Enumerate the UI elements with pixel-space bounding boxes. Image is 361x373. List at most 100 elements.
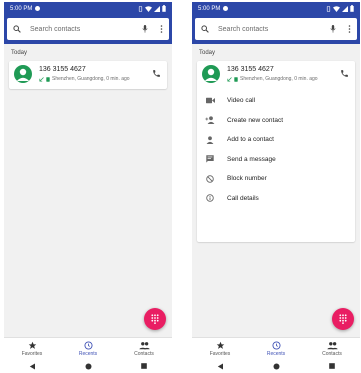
tab-recents[interactable]: Recents: [63, 341, 113, 357]
back-icon[interactable]: [29, 363, 36, 370]
recents-list: Today 136 3155 4627 Shenzhen, Guangdong,…: [4, 44, 172, 337]
call-number: 136 3155 4627: [227, 66, 274, 73]
wifi-icon: [145, 5, 152, 12]
bottom-navigation: Favorites Recents Contacts: [192, 337, 360, 360]
incoming-call-icon: [39, 76, 44, 82]
people-icon: [326, 342, 338, 350]
overview-icon[interactable]: [329, 363, 336, 369]
call-meta: Shenzhen, Guangdong, 0 min. ago: [39, 76, 130, 82]
menu-item-create-contact[interactable]: Create new contact: [197, 111, 355, 131]
notification-icon: [35, 6, 41, 11]
incoming-call-icon: [227, 76, 232, 82]
avatar[interactable]: [202, 65, 220, 83]
status-bar: 5:00 PM: [4, 2, 172, 15]
sim-icon: [46, 76, 50, 82]
battery-icon: [162, 5, 166, 12]
tab-contacts-label: Contacts: [322, 351, 342, 357]
signal-icon: [342, 5, 348, 12]
vibrate-icon: [138, 5, 143, 12]
dialpad-icon: [151, 314, 159, 324]
menu-item-label: Create new contact: [227, 116, 284, 124]
default-avatar-icon: [204, 68, 218, 81]
more-options-icon[interactable]: [160, 25, 163, 33]
info-icon: [206, 194, 214, 202]
tab-recents-label: Recents: [266, 351, 286, 357]
signal-icon: [154, 5, 160, 12]
tab-favorites[interactable]: Favorites: [7, 341, 57, 357]
recent-call-item[interactable]: 136 3155 4627 Shenzhen, Guangdong, 0 min…: [9, 61, 167, 89]
clock-icon: [83, 341, 93, 350]
bottom-navigation: Favorites Recents Contacts: [4, 337, 172, 360]
people-icon: [138, 342, 150, 350]
phone-screen-recents-expanded: 5:00 PM Search contacts Today 136 3155 4…: [192, 2, 360, 373]
call-detail: Shenzhen, Guangdong, 0 min. ago: [52, 76, 130, 82]
vibrate-icon: [326, 5, 331, 12]
status-time: 5:00 PM: [10, 5, 33, 12]
back-icon[interactable]: [217, 363, 224, 370]
dialpad-button[interactable]: [332, 308, 354, 330]
call-number: 136 3155 4627: [39, 66, 86, 73]
phone-screen-recents: 5:00 PM Search contacts Today 136 3155 4…: [4, 2, 172, 373]
tab-favorites[interactable]: Favorites: [195, 341, 245, 357]
home-icon[interactable]: [85, 363, 92, 370]
tab-favorites-label: Favorites: [21, 351, 43, 357]
tab-recents[interactable]: Recents: [251, 341, 301, 357]
section-header-today: Today: [11, 50, 28, 56]
search-bar: Search contacts: [192, 15, 360, 44]
search-placeholder[interactable]: Search contacts: [30, 26, 142, 33]
message-icon: [206, 155, 214, 163]
status-time: 5:00 PM: [198, 5, 221, 12]
search-field[interactable]: Search contacts: [7, 18, 169, 40]
search-field[interactable]: Search contacts: [195, 18, 357, 40]
star-icon: [28, 341, 36, 349]
avatar[interactable]: [14, 65, 32, 83]
call-actions-menu: Video call Create new contact Add to a c…: [197, 91, 355, 208]
tab-contacts[interactable]: Contacts: [307, 341, 357, 357]
call-meta: Shenzhen, Guangdong, 0 min. ago: [227, 76, 318, 82]
call-detail: Shenzhen, Guangdong, 0 min. ago: [240, 76, 318, 82]
status-bar: 5:00 PM: [192, 2, 360, 15]
menu-item-send-message[interactable]: Send a message: [197, 150, 355, 170]
tab-contacts-label: Contacts: [134, 351, 154, 357]
wifi-icon: [333, 5, 340, 12]
menu-item-call-details[interactable]: Call details: [197, 189, 355, 209]
mic-icon[interactable]: [330, 25, 336, 33]
search-icon[interactable]: [13, 25, 21, 33]
notification-icon: [223, 6, 229, 11]
person-icon: [206, 136, 214, 144]
battery-icon: [350, 5, 354, 12]
menu-item-label: Add to a contact: [227, 136, 274, 144]
search-icon[interactable]: [201, 25, 209, 33]
tab-favorites-label: Favorites: [209, 351, 231, 357]
tab-recents-label: Recents: [78, 351, 98, 357]
menu-item-video-call[interactable]: Video call: [197, 91, 355, 111]
tab-contacts[interactable]: Contacts: [119, 341, 169, 357]
menu-item-add-to-contact[interactable]: Add to a contact: [197, 130, 355, 150]
mic-icon[interactable]: [142, 25, 148, 33]
menu-item-label: Send a message: [227, 155, 276, 163]
system-navigation-bar: [4, 359, 172, 373]
dialpad-button[interactable]: [144, 308, 166, 330]
system-navigation-bar: [192, 359, 360, 373]
home-icon[interactable]: [273, 363, 280, 370]
overview-icon[interactable]: [141, 363, 148, 369]
menu-item-label: Video call: [227, 97, 256, 105]
more-options-icon[interactable]: [348, 25, 351, 33]
menu-item-block-number[interactable]: Block number: [197, 169, 355, 189]
sim-icon: [234, 76, 238, 82]
dialpad-icon: [339, 314, 347, 324]
default-avatar-icon: [16, 68, 30, 81]
phone-call-icon[interactable]: [340, 69, 349, 78]
recents-list: Today 136 3155 4627 Shenzhen, Guangdong,…: [192, 44, 360, 337]
phone-call-icon[interactable]: [152, 69, 161, 78]
menu-item-label: Block number: [227, 175, 267, 183]
search-placeholder[interactable]: Search contacts: [218, 26, 330, 33]
add-person-icon: [205, 116, 215, 125]
search-bar: Search contacts: [4, 15, 172, 44]
video-icon: [205, 98, 215, 104]
block-icon: [206, 175, 214, 183]
recent-call-item-expanded[interactable]: 136 3155 4627 Shenzhen, Guangdong, 0 min…: [197, 61, 355, 242]
star-icon: [216, 341, 224, 349]
menu-item-label: Call details: [227, 194, 259, 202]
clock-icon: [271, 341, 281, 350]
